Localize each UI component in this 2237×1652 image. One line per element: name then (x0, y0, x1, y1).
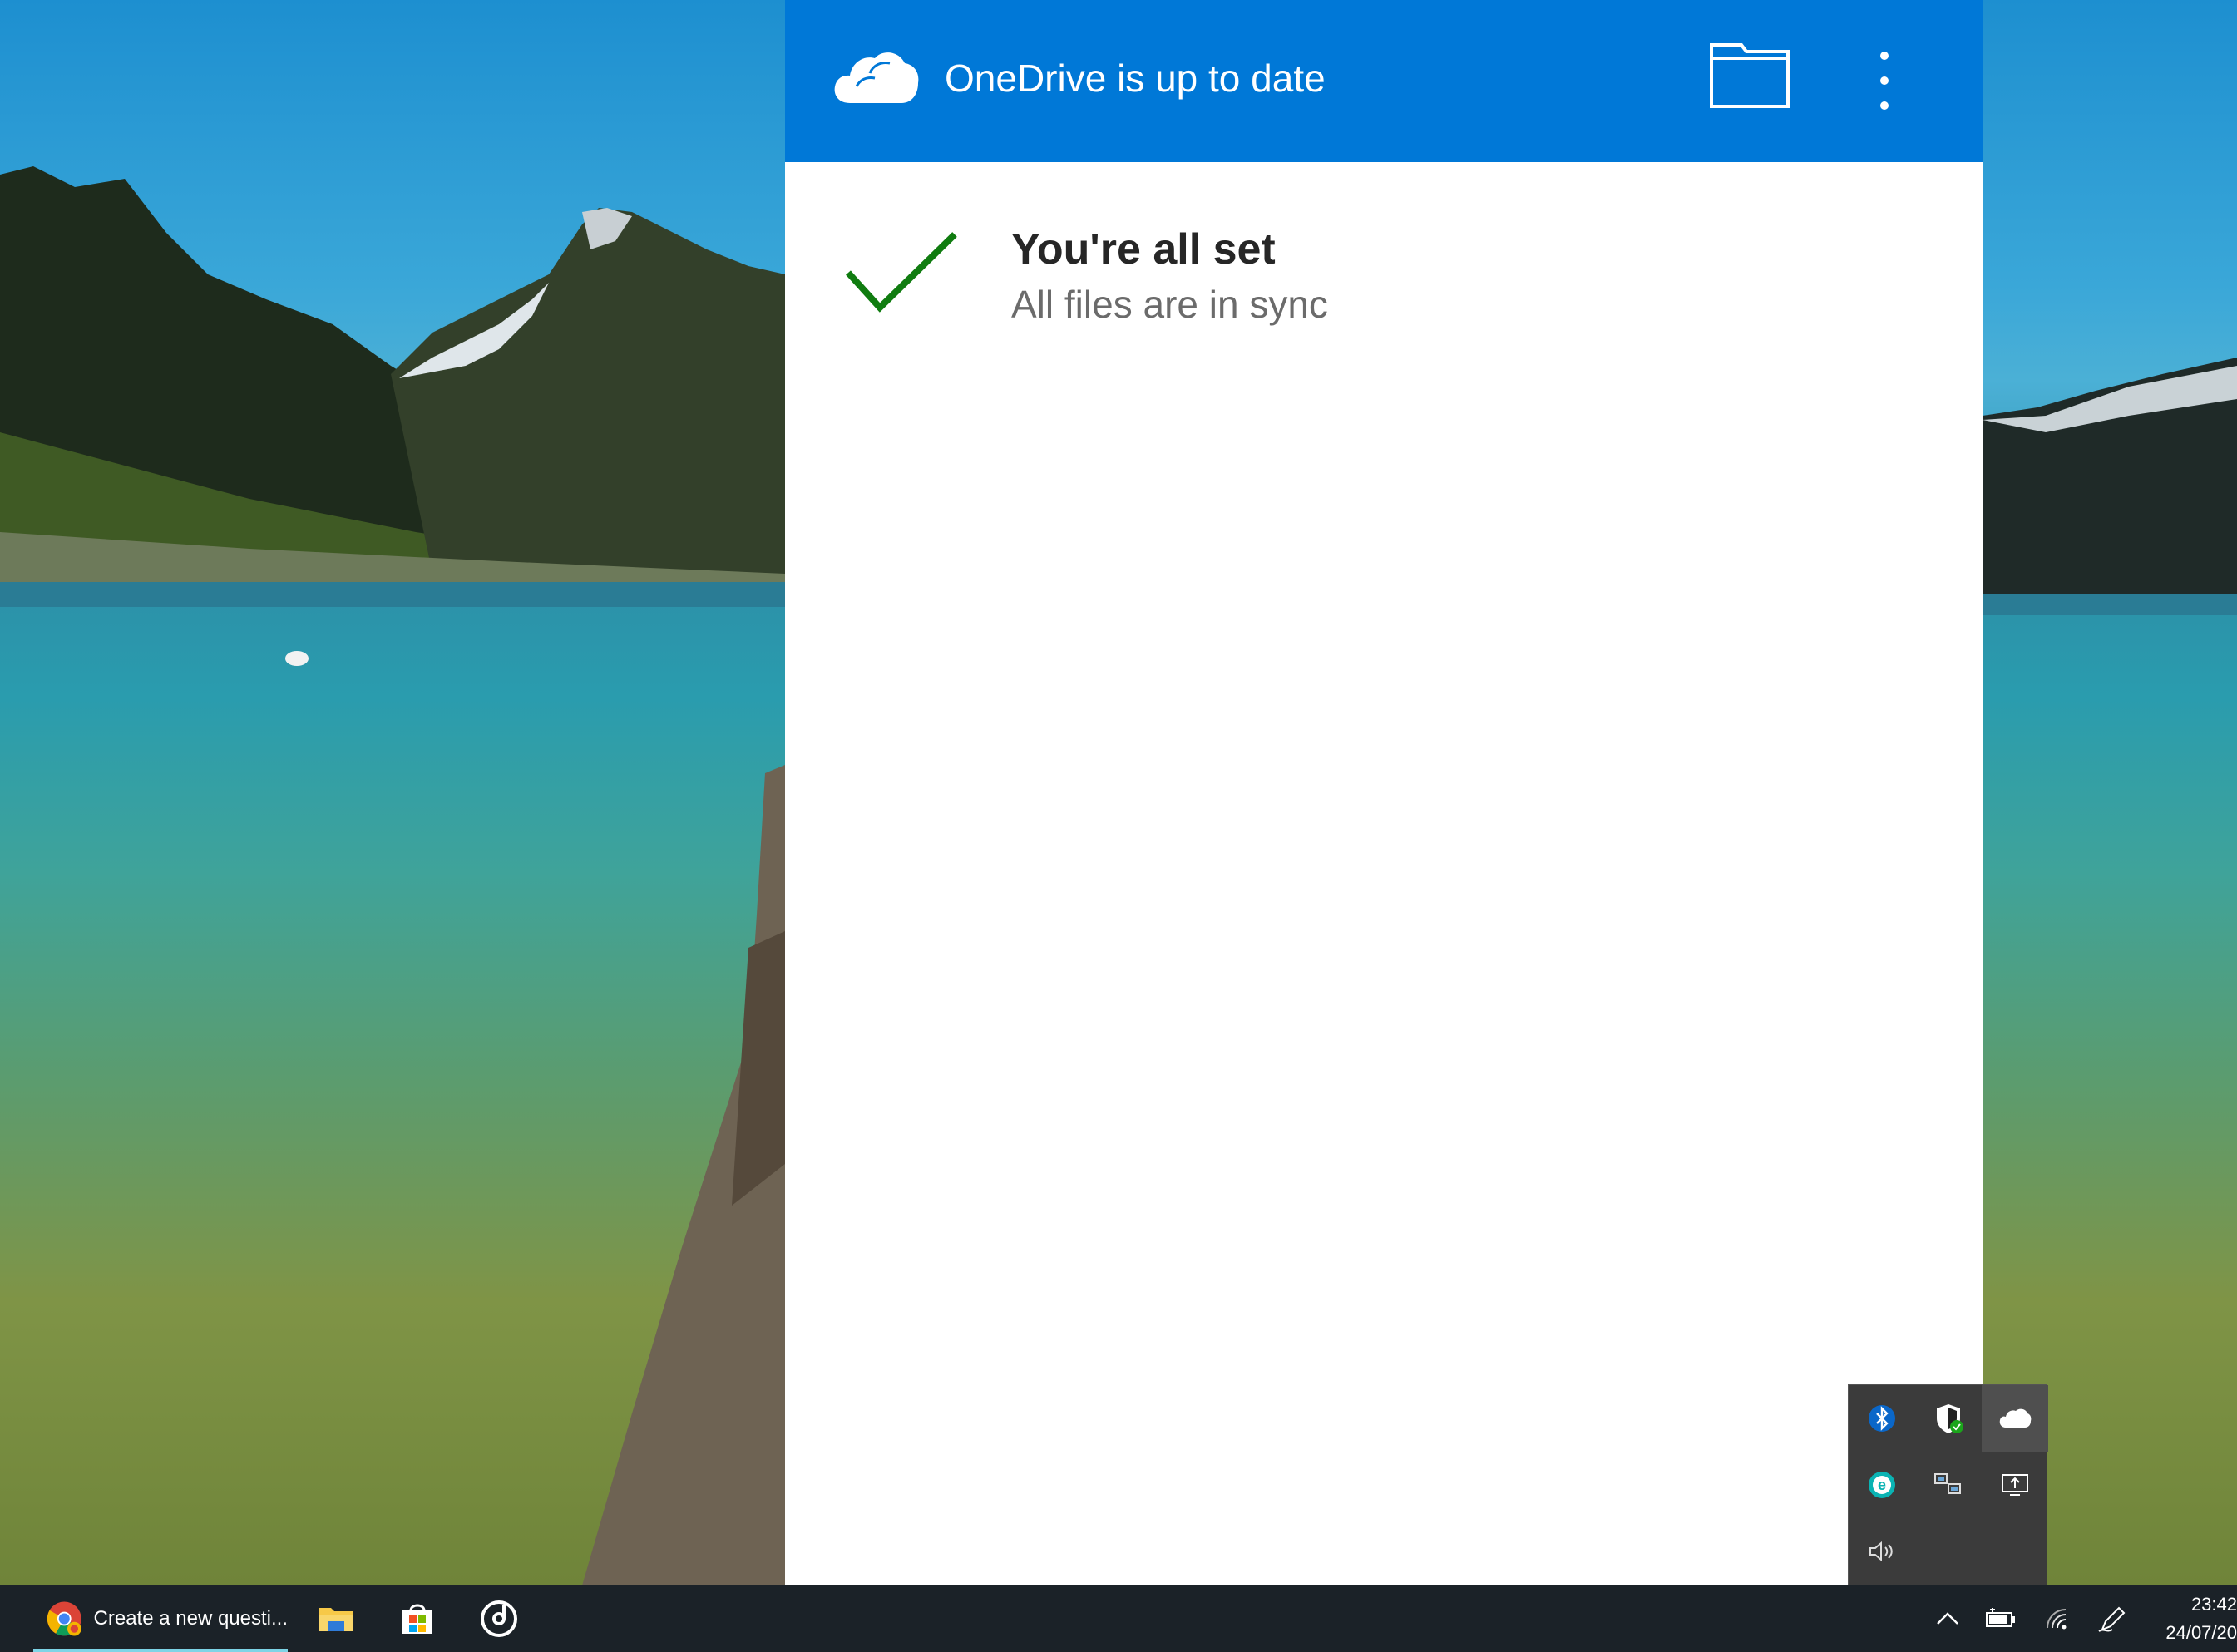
wifi-icon[interactable] (2039, 1585, 2076, 1652)
file-explorer-icon[interactable] (303, 1585, 369, 1652)
clock-date: 24/07/20 (2165, 1622, 2237, 1643)
onedrive-tray-icon[interactable] (1982, 1385, 2048, 1452)
flyout-title: OneDrive is up to date (945, 57, 1326, 100)
tray-overflow-popup: e (1848, 1384, 2048, 1585)
display-upload-icon[interactable] (1982, 1452, 2048, 1518)
folder-icon[interactable] (1708, 40, 1791, 111)
more-dot (1880, 52, 1889, 60)
bluetooth-icon[interactable] (1849, 1385, 1915, 1452)
taskbar-clock[interactable]: 23:42 24/07/20 (2137, 1585, 2237, 1652)
onedrive-flyout: OneDrive is up to date You're all set Al… (785, 0, 1983, 1585)
active-window-indicator (33, 1649, 288, 1652)
security-shield-icon[interactable] (1915, 1385, 1982, 1452)
more-dot (1880, 101, 1889, 110)
chevron-up-icon[interactable] (1929, 1585, 1966, 1652)
battery-icon[interactable] (1983, 1585, 2019, 1652)
taskbar-window-label: Create a new questi... (93, 1607, 288, 1630)
chrome-icon (47, 1601, 81, 1636)
taskbar-chrome-window[interactable]: Create a new questi... (33, 1585, 288, 1652)
microsoft-store-icon[interactable] (384, 1585, 451, 1652)
status-subtitle: All files are in sync (1011, 283, 1328, 326)
more-vertical-icon[interactable] (1866, 47, 1903, 115)
more-dot (1880, 76, 1889, 85)
eset-icon[interactable]: e (1849, 1452, 1915, 1518)
groove-music-icon[interactable] (466, 1585, 532, 1652)
clock-time: 23:42 (2190, 1594, 2237, 1615)
checkmark-icon (846, 232, 957, 313)
pen-icon[interactable] (2094, 1585, 2131, 1652)
cloud-icon (834, 52, 919, 103)
flyout-header: OneDrive is up to date (785, 0, 1983, 162)
taskbar: Create a new questi... 23:42 24/07/20 (0, 1585, 2237, 1652)
speaker-icon[interactable] (1849, 1518, 1915, 1585)
network-share-icon[interactable] (1915, 1452, 1982, 1518)
status-title: You're all set (1011, 225, 1276, 274)
svg-text:e: e (1878, 1477, 1886, 1493)
